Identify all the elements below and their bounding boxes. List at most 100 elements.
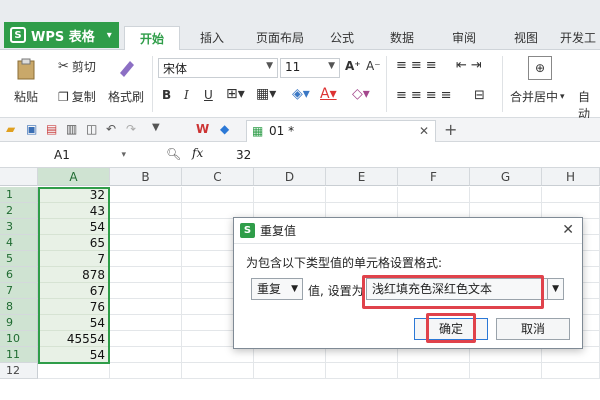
tab-document[interactable]: ▦ 01 * ✕	[246, 120, 436, 142]
grid-cell[interactable]	[470, 347, 542, 363]
grid-cell[interactable]	[326, 347, 398, 363]
tab-data[interactable]: 数据	[382, 26, 422, 50]
tab-view[interactable]: 视图	[506, 26, 546, 50]
format-select[interactable]: 浅红填充色深红色文本 ▼	[366, 278, 564, 300]
column-header[interactable]: F	[398, 168, 470, 186]
cell-a[interactable]: 76	[38, 299, 109, 315]
function-icon[interactable]: fx	[192, 146, 203, 160]
grid-cell[interactable]	[110, 235, 182, 251]
fill-color-icon[interactable]: ◈▾	[292, 86, 310, 102]
grid-cell[interactable]	[398, 347, 470, 363]
merge-center-button[interactable]: 合并居中 ▾	[510, 88, 565, 105]
row-header[interactable]: 11	[0, 347, 38, 363]
undo-icon[interactable]: ↶	[106, 122, 120, 136]
grid-cell[interactable]	[254, 187, 326, 203]
export-pdf-icon[interactable]: ▤	[46, 122, 60, 136]
chevron-down-icon[interactable]: ▼	[152, 122, 166, 136]
auto-wrap-button[interactable]: 自动	[578, 88, 600, 122]
cell-style-icon[interactable]: ▦▾	[256, 86, 276, 102]
cell-a[interactable]: 67	[38, 283, 109, 299]
save-icon[interactable]: ▣	[26, 122, 40, 136]
row-header[interactable]: 9	[0, 315, 38, 331]
tab-insert[interactable]: 插入	[190, 26, 234, 50]
cell-a[interactable]: 54	[38, 315, 109, 331]
copy-button[interactable]: ❐ 复制	[58, 88, 96, 105]
font-name-select[interactable]: 宋体 ▼	[158, 58, 278, 78]
column-header[interactable]: G	[470, 168, 542, 186]
grid-cell[interactable]	[470, 187, 542, 203]
font-color-icon[interactable]: A▾	[320, 86, 337, 102]
row-header[interactable]: 10	[0, 331, 38, 347]
grid-cell[interactable]	[254, 347, 326, 363]
grid-cell[interactable]	[110, 267, 182, 283]
cloud-cube-icon[interactable]: ◆	[220, 122, 234, 136]
grid-cell[interactable]	[110, 251, 182, 267]
grid-cell[interactable]	[326, 363, 398, 379]
grid-cell[interactable]	[110, 347, 182, 363]
grid-cell[interactable]	[470, 363, 542, 379]
row-header[interactable]: 8	[0, 299, 38, 315]
cut-button[interactable]: ✂ 剪切	[58, 58, 96, 75]
cell-a[interactable]: 43	[38, 203, 109, 219]
name-box[interactable]: A1 ▾	[40, 145, 130, 165]
vertical-align-icons[interactable]: ≡≡≡	[396, 58, 441, 73]
grid-cell[interactable]	[110, 283, 182, 299]
grid-cell[interactable]	[182, 347, 254, 363]
grid-cell[interactable]	[110, 315, 182, 331]
cell-a[interactable]: 7	[38, 251, 109, 267]
grid-cell[interactable]	[38, 363, 110, 379]
cell-a[interactable]: 54	[38, 347, 109, 363]
row-header[interactable]: 6	[0, 267, 38, 283]
print-icon[interactable]: ▥	[66, 122, 80, 136]
tab-review[interactable]: 审阅	[444, 26, 484, 50]
column-header[interactable]: D	[254, 168, 326, 186]
row-header[interactable]: 5	[0, 251, 38, 267]
column-header[interactable]: E	[326, 168, 398, 186]
grid-cell[interactable]	[110, 363, 182, 379]
decrease-font-icon[interactable]: A⁻	[366, 59, 381, 73]
cell-a[interactable]: 878	[38, 267, 109, 283]
grid-cell[interactable]	[182, 363, 254, 379]
add-tab-icon[interactable]: +	[444, 120, 458, 139]
cancel-button[interactable]: 取消	[496, 318, 570, 340]
row-header[interactable]: 1	[0, 187, 38, 203]
formula-input[interactable]: 32	[230, 146, 590, 164]
underline-button[interactable]: U	[204, 88, 213, 102]
distribute-icon[interactable]: ⊟	[474, 88, 485, 103]
tab-home[interactable]: 开始	[124, 26, 180, 50]
close-icon[interactable]: ✕	[562, 222, 574, 238]
paste-label[interactable]: 粘贴	[14, 88, 38, 105]
font-size-select[interactable]: 11 ▼	[280, 58, 340, 78]
grid-cell[interactable]	[110, 299, 182, 315]
column-header[interactable]: B	[110, 168, 182, 186]
grid-cell[interactable]	[326, 187, 398, 203]
grid-cell[interactable]	[110, 219, 182, 235]
row-header[interactable]: 3	[0, 219, 38, 235]
border-icon[interactable]: ⊞▾	[226, 86, 245, 102]
grid-cell[interactable]	[542, 363, 600, 379]
grid-cell[interactable]	[182, 187, 254, 203]
column-header[interactable]: H	[542, 168, 600, 186]
grid-cell[interactable]	[398, 187, 470, 203]
tab-formulas[interactable]: 公式	[322, 26, 362, 50]
tab-developer[interactable]: 开发工	[556, 26, 600, 50]
tab-page-layout[interactable]: 页面布局	[248, 26, 312, 50]
zoom-icon[interactable]: 🔍︎	[166, 147, 181, 161]
grid-cell[interactable]	[110, 187, 182, 203]
value-type-select[interactable]: 重复 ▼	[251, 278, 303, 300]
row-header[interactable]: 4	[0, 235, 38, 251]
ok-button[interactable]: 确定	[414, 318, 488, 340]
indent-icons[interactable]: ⇤⇥	[456, 58, 486, 73]
merge-center-icon[interactable]: ⊕	[528, 56, 552, 80]
grid-cell[interactable]	[542, 347, 600, 363]
cell-a[interactable]: 32	[38, 187, 109, 203]
column-header[interactable]: A	[38, 168, 110, 186]
redo-icon[interactable]: ↷	[126, 122, 140, 136]
open-folder-icon[interactable]: ▰	[6, 122, 20, 136]
horizontal-align-icons[interactable]: ≡≡≡≡	[396, 88, 456, 103]
cell-a[interactable]: 65	[38, 235, 109, 251]
column-header[interactable]: C	[182, 168, 254, 186]
row-header[interactable]: 12	[0, 363, 38, 379]
grid-cell[interactable]	[110, 203, 182, 219]
print-preview-icon[interactable]: ◫	[86, 122, 100, 136]
